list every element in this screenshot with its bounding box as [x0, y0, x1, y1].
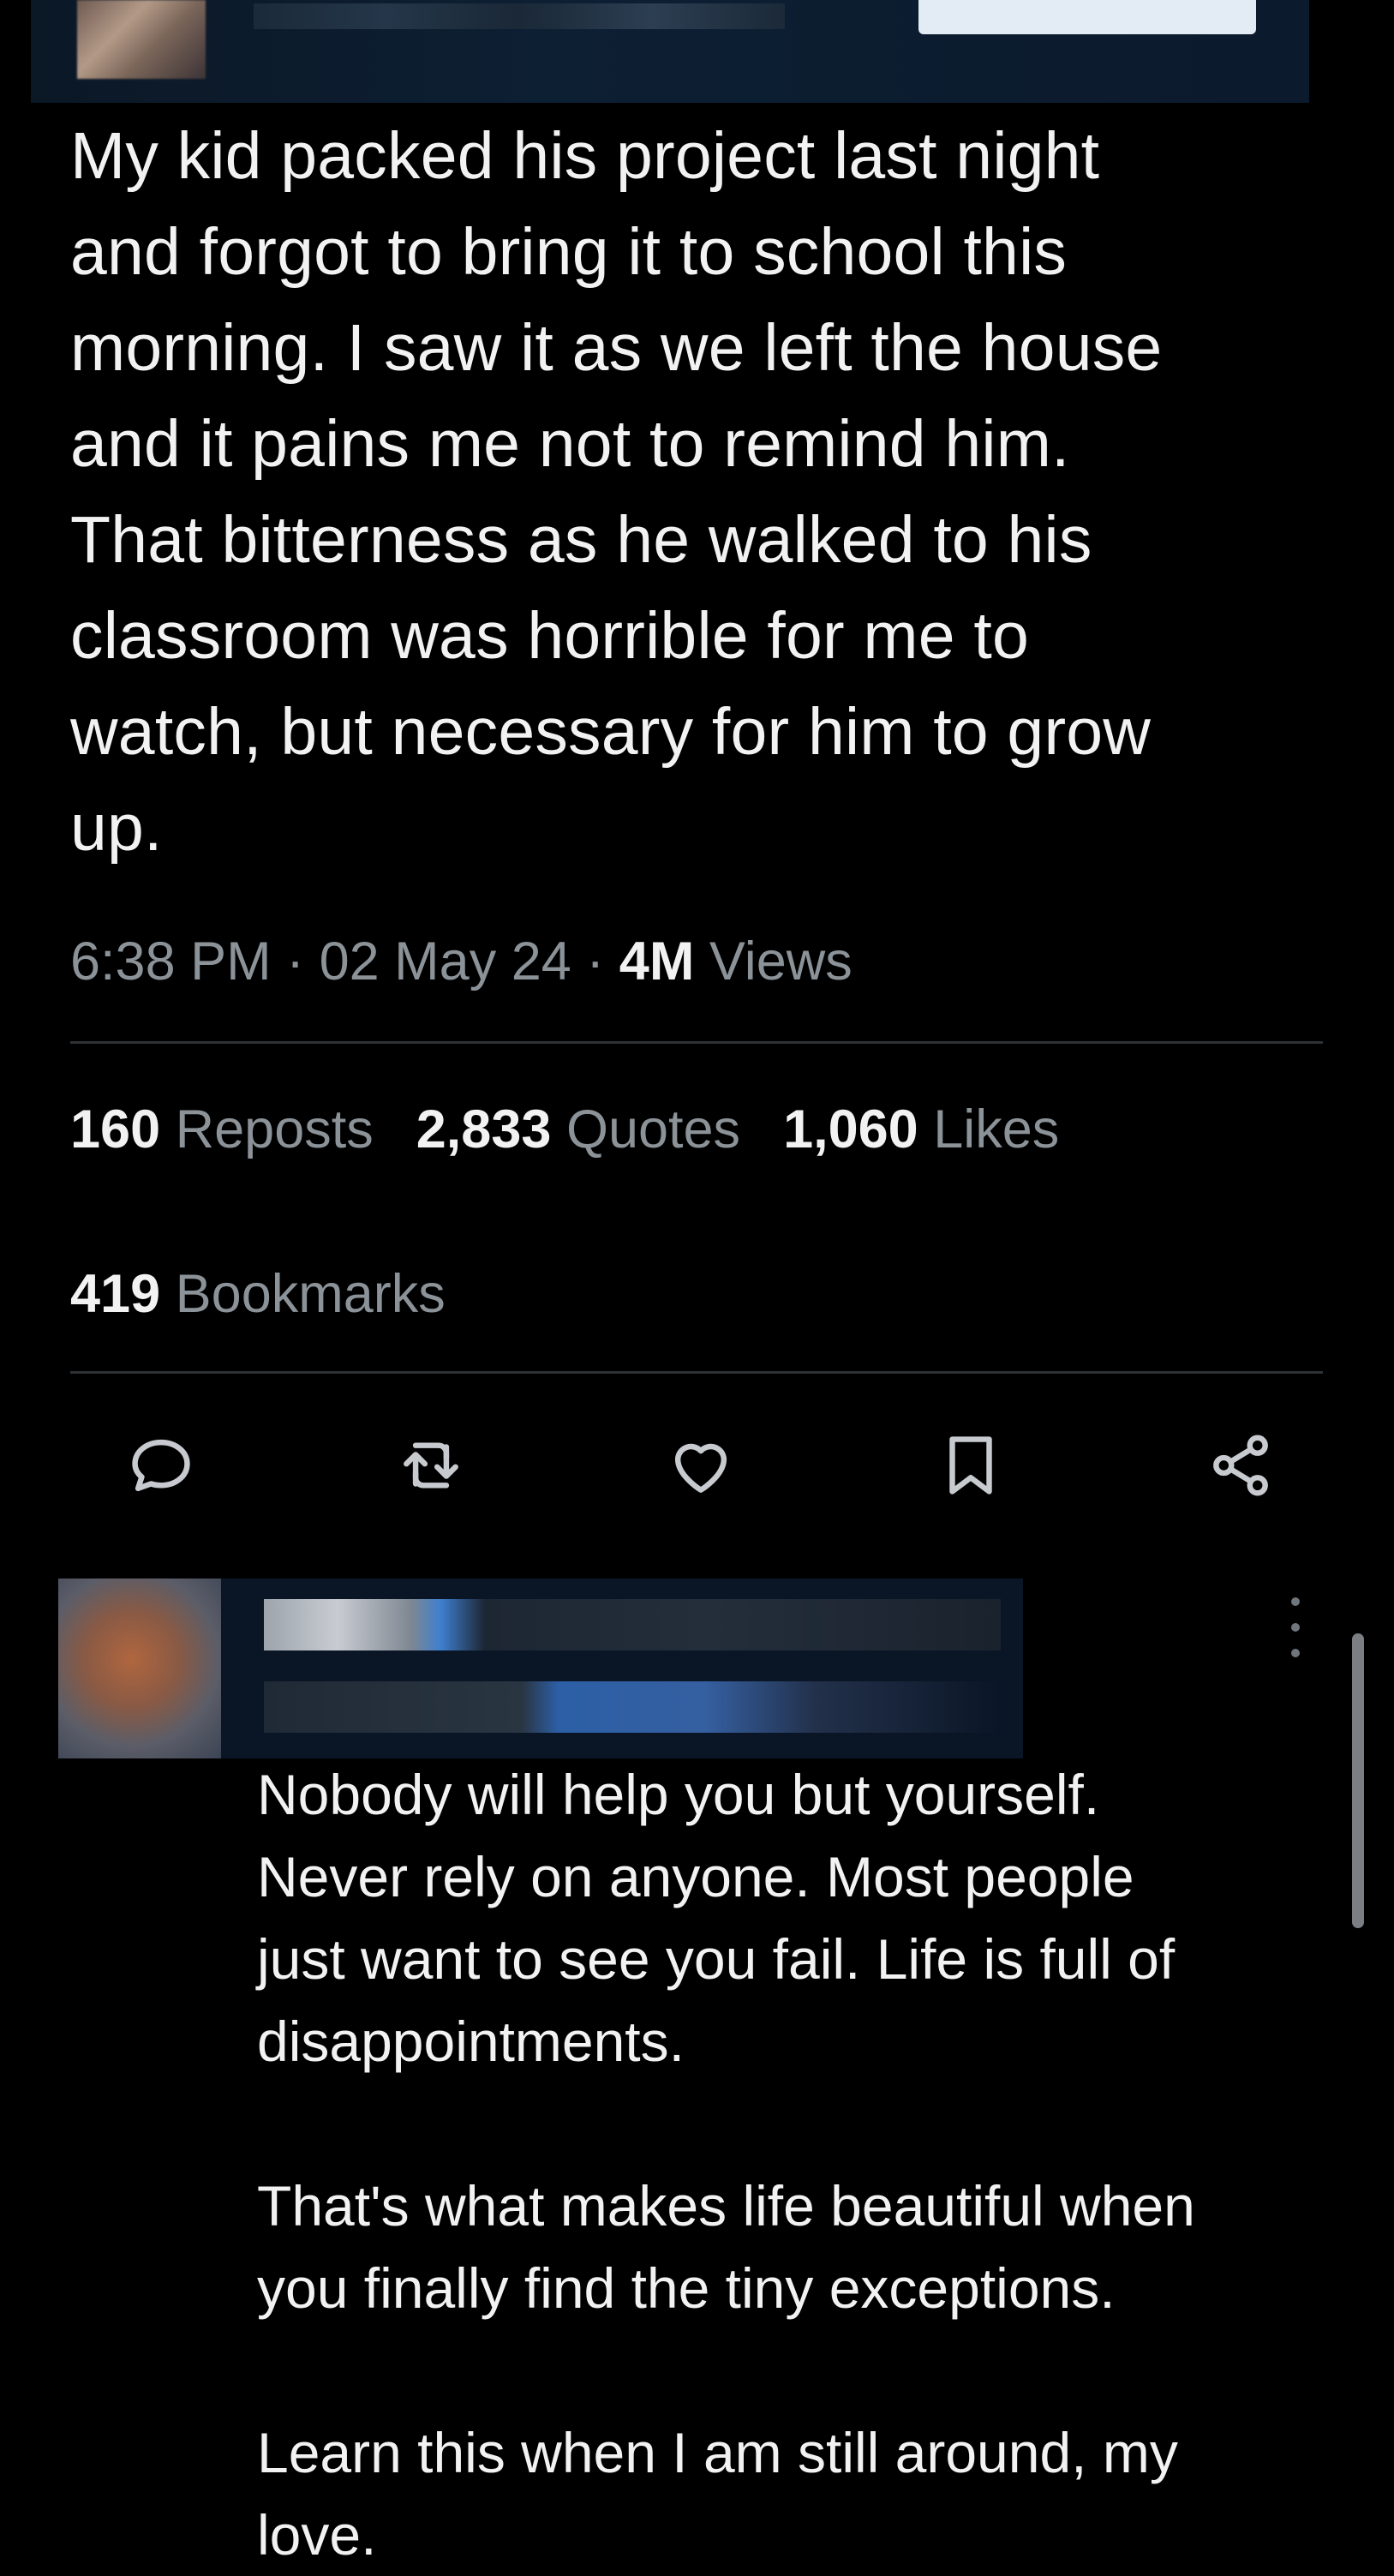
reply-author-handle-blurred [264, 1681, 1001, 1733]
scrollbar[interactable] [1352, 1633, 1364, 1928]
engagement-stats: 160 Reposts 2,833 Quotes 1,060 Likes [70, 1095, 1102, 1164]
follow-button[interactable] [918, 0, 1256, 34]
bookmark-icon [949, 1436, 992, 1495]
reply-avatar[interactable] [58, 1579, 221, 1758]
post-meta: 6:38 PM · 02 May 24 · 4M Views [70, 927, 853, 996]
reply-author-name-blurred[interactable] [264, 1599, 1001, 1650]
post-author-header[interactable] [31, 0, 1309, 103]
reposts-label: Reposts [175, 1099, 374, 1159]
author-name-blurred[interactable] [254, 3, 785, 29]
post-action-bar [111, 1423, 1311, 1508]
post-text: My kid packed his project last night and… [70, 119, 1163, 865]
reposts-stat[interactable]: 160 Reposts [70, 1095, 374, 1164]
bookmarks-row: 419 Bookmarks [70, 1260, 488, 1328]
reply-author-header[interactable] [58, 1579, 1023, 1758]
views-count: 4M [619, 932, 695, 991]
quotes-stat[interactable]: 2,833 Quotes [416, 1095, 740, 1164]
like-button[interactable] [658, 1423, 744, 1508]
bookmarks-stat[interactable]: 419 Bookmarks [70, 1260, 446, 1328]
bookmarks-label: Bookmarks [175, 1264, 446, 1324]
quotes-count: 2,833 [416, 1099, 552, 1159]
quotes-label: Quotes [565, 1099, 741, 1159]
share-icon [1213, 1435, 1268, 1496]
bookmarks-count: 419 [70, 1264, 161, 1324]
more-options-icon[interactable] [1285, 1597, 1306, 1657]
share-button[interactable] [1198, 1423, 1283, 1508]
divider [70, 1371, 1323, 1374]
repost-icon [404, 1442, 458, 1489]
divider [70, 1041, 1323, 1044]
bookmark-button[interactable] [928, 1423, 1014, 1508]
repost-button[interactable] [388, 1423, 474, 1508]
reply-button[interactable] [118, 1423, 204, 1508]
post-timestamp[interactable]: 6:38 PM · 02 May 24 · [70, 932, 619, 991]
views-label: Views [694, 932, 853, 991]
reply-text: Nobody will help you but yourself. Never… [257, 1763, 1195, 2567]
likes-stat[interactable]: 1,060 Likes [783, 1095, 1059, 1164]
author-avatar[interactable] [77, 0, 206, 79]
reposts-count: 160 [70, 1099, 161, 1159]
likes-count: 1,060 [783, 1099, 918, 1159]
likes-label: Likes [933, 1099, 1060, 1159]
like-icon [674, 1443, 727, 1493]
reply-icon [132, 1439, 190, 1492]
